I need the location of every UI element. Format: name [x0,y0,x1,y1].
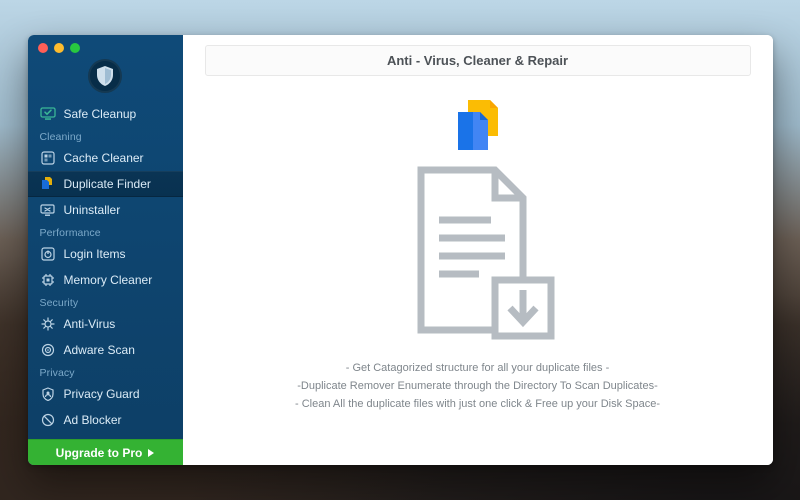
virus-icon [40,316,56,332]
uninstaller-icon [40,202,56,218]
desc-line: - Clean All the duplicate files with jus… [295,395,660,413]
sidebar-item-label: Privacy Guard [64,387,140,401]
power-icon [40,246,56,262]
sidebar-item-memory-cleaner[interactable]: Memory Cleaner [28,267,183,293]
sidebar-item-anti-virus[interactable]: Anti-Virus [28,311,183,337]
sidebar-item-label: Login Items [64,247,126,261]
feature-description: - Get Catagorized structure for all your… [295,359,660,413]
sidebar-item-uninstaller[interactable]: Uninstaller [28,197,183,223]
sidebar-item-cache-cleaner[interactable]: Cache Cleaner [28,145,183,171]
monitor-check-icon [40,106,56,122]
sidebar-section-cleaning: Cleaning [28,127,183,145]
duplicate-files-illustration [446,98,510,156]
desc-line: -Duplicate Remover Enumerate through the… [295,377,660,395]
main-content: Anti - Virus, Cleaner & Repair [183,35,773,465]
target-icon [40,342,56,358]
sidebar-section-privacy: Privacy [28,363,183,381]
chip-icon [40,272,56,288]
sidebar-item-safe-cleanup[interactable]: Safe Cleanup [28,101,183,127]
sidebar-item-adware-scan[interactable]: Adware Scan [28,337,183,363]
app-window: Safe Cleanup Cleaning Cache Cleaner Dupl… [28,35,773,465]
sidebar-item-login-items[interactable]: Login Items [28,241,183,267]
sidebar-item-label: Memory Cleaner [64,273,153,287]
sidebar-item-duplicate-finder[interactable]: Duplicate Finder [28,171,183,197]
sidebar-section-security: Security [28,293,183,311]
cache-icon [40,150,56,166]
desc-line: - Get Catagorized structure for all your… [295,359,660,377]
sidebar-item-label: Duplicate Finder [64,177,151,191]
sidebar-item-label: Cache Cleaner [64,151,144,165]
minimize-window-button[interactable] [54,43,64,53]
window-controls [28,35,183,55]
sidebar-item-privacy-guard[interactable]: Privacy Guard [28,381,183,407]
sidebar-item-label: Ad Blocker [64,413,122,427]
sidebar-item-label: Safe Cleanup [64,107,137,121]
close-window-button[interactable] [38,43,48,53]
app-logo [28,55,183,101]
document-download-illustration [383,162,573,347]
maximize-window-button[interactable] [70,43,80,53]
sidebar-section-performance: Performance [28,223,183,241]
sidebar: Safe Cleanup Cleaning Cache Cleaner Dupl… [28,35,183,465]
sidebar-item-label: Uninstaller [64,203,121,217]
sidebar-item-label: Adware Scan [64,343,135,357]
shield-icon [96,66,114,86]
sidebar-item-label: Anti-Virus [64,317,116,331]
guard-icon [40,386,56,402]
block-icon [40,412,56,428]
chevron-right-icon [148,449,154,457]
upgrade-label: Upgrade to Pro [56,446,143,460]
sidebar-item-ad-blocker[interactable]: Ad Blocker [28,407,183,433]
upgrade-button[interactable]: Upgrade to Pro [28,439,183,465]
duplicate-files-icon [40,176,56,192]
page-title: Anti - Virus, Cleaner & Repair [205,45,751,76]
